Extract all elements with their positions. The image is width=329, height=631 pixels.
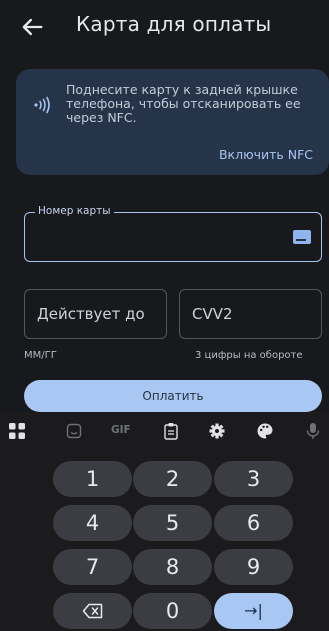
page-title: Карта для оплаты (76, 12, 272, 36)
sticker-icon[interactable] (66, 422, 82, 440)
key-7[interactable]: 7 (53, 549, 132, 585)
nfc-icon (34, 96, 50, 114)
numeric-keyboard: GIF 1 2 3 4 5 6 7 8 9 0 →| (0, 412, 329, 631)
key-4[interactable]: 4 (53, 505, 132, 541)
screen: Карта для оплаты Поднесите карту к задне… (0, 0, 329, 631)
nfc-info-card: Поднесите карту к задней крышке телефона… (16, 69, 329, 175)
expiry-placeholder: Действует до (37, 305, 145, 323)
app-bar: Карта для оплаты (0, 0, 329, 56)
enable-nfc-link[interactable]: Включить NFC (219, 147, 313, 162)
pay-button[interactable]: Оплатить (24, 380, 322, 412)
backspace-key[interactable] (53, 593, 132, 629)
cvv-hint: 3 цифры на обороте (195, 350, 303, 361)
palette-icon[interactable] (256, 422, 274, 440)
cvv-placeholder: CVV2 (192, 305, 233, 323)
settings-icon[interactable] (208, 422, 226, 440)
apps-grid-icon[interactable] (8, 422, 26, 440)
key-8[interactable]: 8 (133, 549, 212, 585)
clipboard-icon[interactable] (163, 422, 179, 440)
key-9[interactable]: 9 (214, 549, 293, 585)
card-number-label: Номер карты (35, 205, 114, 217)
nfc-description: Поднесите карту к задней крышке телефона… (66, 82, 301, 125)
key-2[interactable]: 2 (133, 461, 212, 497)
gif-button[interactable]: GIF (111, 424, 131, 442)
keyboard-toolbar: GIF (0, 412, 329, 448)
key-5[interactable]: 5 (133, 505, 212, 541)
key-6[interactable]: 6 (214, 505, 293, 541)
key-3[interactable]: 3 (214, 461, 293, 497)
cvv-field[interactable]: CVV2 (179, 289, 322, 339)
card-number-field[interactable]: Номер карты (24, 205, 322, 262)
expiry-field[interactable]: Действует до (24, 289, 167, 339)
key-1[interactable]: 1 (53, 461, 132, 497)
expiry-hint: ММ/ГГ (24, 350, 57, 361)
next-field-key[interactable]: →| (214, 593, 293, 629)
back-button[interactable] (18, 13, 46, 41)
backspace-icon (82, 603, 102, 619)
microphone-icon[interactable] (306, 422, 320, 440)
arrow-left-icon (22, 18, 43, 36)
credit-card-icon[interactable] (293, 230, 311, 244)
key-0[interactable]: 0 (133, 593, 212, 629)
